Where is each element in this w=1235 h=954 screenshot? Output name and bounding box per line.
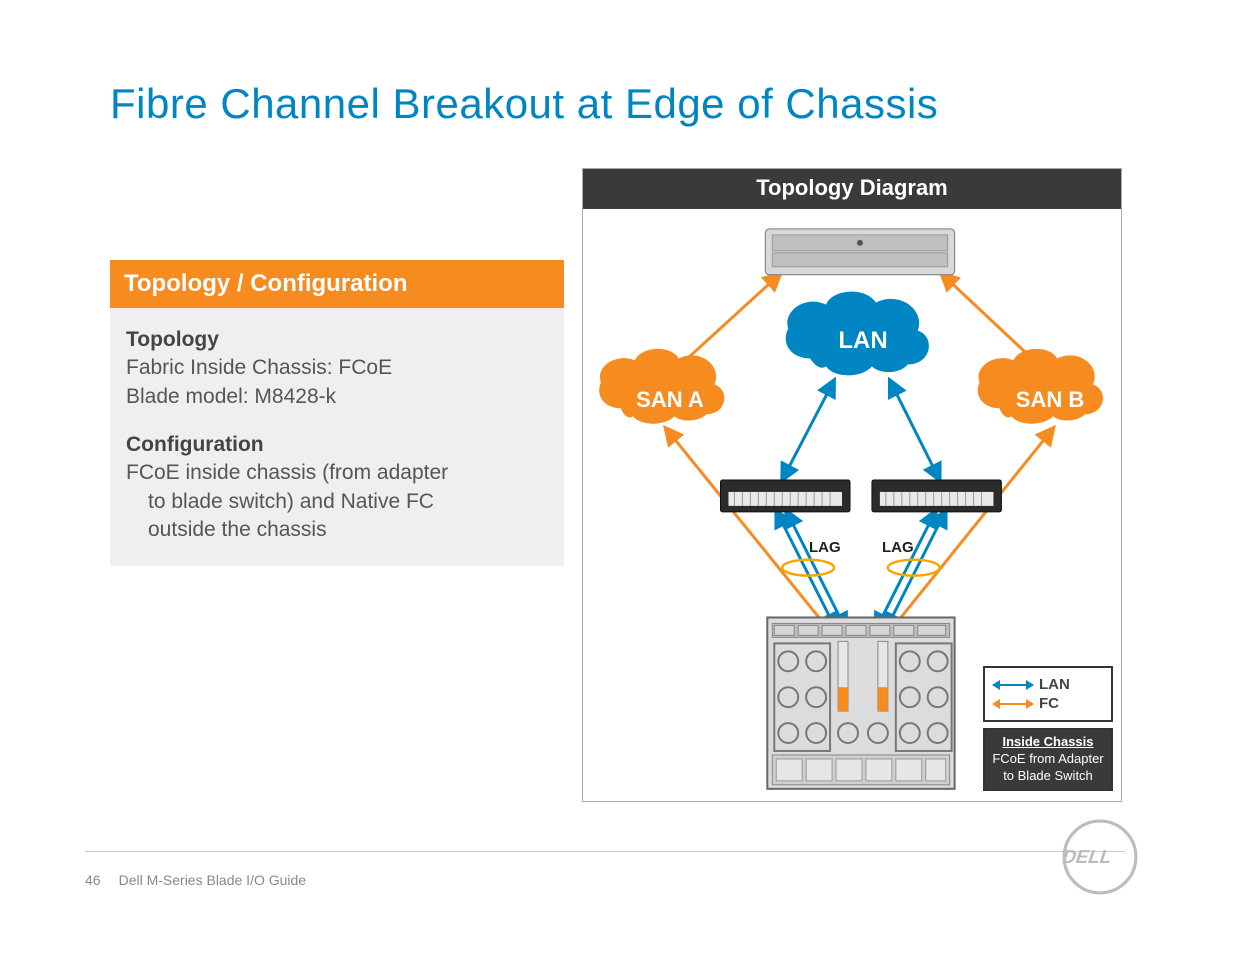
lan-cloud-label: LAN bbox=[828, 327, 898, 355]
config-panel-header: Topology / Configuration bbox=[110, 260, 564, 308]
legend-fc-label: FC bbox=[1039, 695, 1059, 712]
lan-arrow-icon bbox=[993, 684, 1033, 686]
content-row: Topology / Configuration Topology Fabric… bbox=[110, 168, 1125, 802]
topology-diagram-body: LAN SAN A SAN B LAG LAG LAN FC bbox=[583, 209, 1121, 801]
topology-diagram: Topology Diagram bbox=[582, 168, 1122, 802]
blade-chassis-icon bbox=[767, 617, 954, 788]
fc-arrow-icon bbox=[993, 703, 1033, 705]
legend-arrows: LAN FC bbox=[983, 666, 1113, 722]
topology-block: Topology Fabric Inside Chassis: FCoE Bla… bbox=[126, 326, 548, 411]
configuration-line2: to blade switch) and Native FC bbox=[126, 488, 548, 516]
page-number: 46 bbox=[85, 872, 101, 888]
lag-right-label: LAG bbox=[882, 539, 914, 556]
topology-diagram-header: Topology Diagram bbox=[583, 169, 1121, 209]
configuration-block: Configuration FCoE inside chassis (from … bbox=[126, 431, 548, 544]
configuration-line3: outside the chassis bbox=[126, 516, 548, 544]
topology-line1: Fabric Inside Chassis: FCoE bbox=[126, 354, 548, 382]
storage-array-icon bbox=[765, 229, 954, 275]
san-a-label: SAN A bbox=[625, 387, 715, 413]
legend-lan-row: LAN bbox=[993, 676, 1103, 693]
legend-lan-label: LAN bbox=[1039, 676, 1070, 693]
dell-logo-icon: DELL bbox=[1061, 818, 1139, 896]
legend-inside-body: FCoE from Adapter to Blade Switch bbox=[992, 751, 1103, 783]
tor-switch-right-icon bbox=[872, 480, 1002, 512]
legend-fc-row: FC bbox=[993, 695, 1103, 712]
topology-line2: Blade model: M8428-k bbox=[126, 383, 548, 411]
configuration-heading: Configuration bbox=[126, 431, 548, 459]
tor-switch-left-icon bbox=[720, 480, 850, 512]
slide: Fibre Channel Breakout at Edge of Chassi… bbox=[0, 0, 1235, 954]
legend-inside-title: Inside Chassis bbox=[991, 734, 1105, 751]
legend: LAN FC Inside Chassis FCoE from Adapter … bbox=[983, 666, 1113, 791]
legend-inside-chassis: Inside Chassis FCoE from Adapter to Blad… bbox=[983, 728, 1113, 791]
config-panel: Topology / Configuration Topology Fabric… bbox=[110, 260, 564, 566]
config-panel-body: Topology Fabric Inside Chassis: FCoE Bla… bbox=[110, 308, 564, 566]
san-b-label: SAN B bbox=[1005, 387, 1095, 413]
doc-title: Dell M-Series Blade I/O Guide bbox=[119, 872, 307, 888]
topology-heading: Topology bbox=[126, 326, 548, 354]
lag-left-label: LAG bbox=[809, 539, 841, 556]
slide-title: Fibre Channel Breakout at Edge of Chassi… bbox=[110, 80, 1125, 128]
dell-logo-text: DELL bbox=[1061, 848, 1115, 868]
configuration-line1: FCoE inside chassis (from adapter bbox=[126, 459, 548, 487]
footer: 46 Dell M-Series Blade I/O Guide bbox=[85, 851, 1125, 888]
